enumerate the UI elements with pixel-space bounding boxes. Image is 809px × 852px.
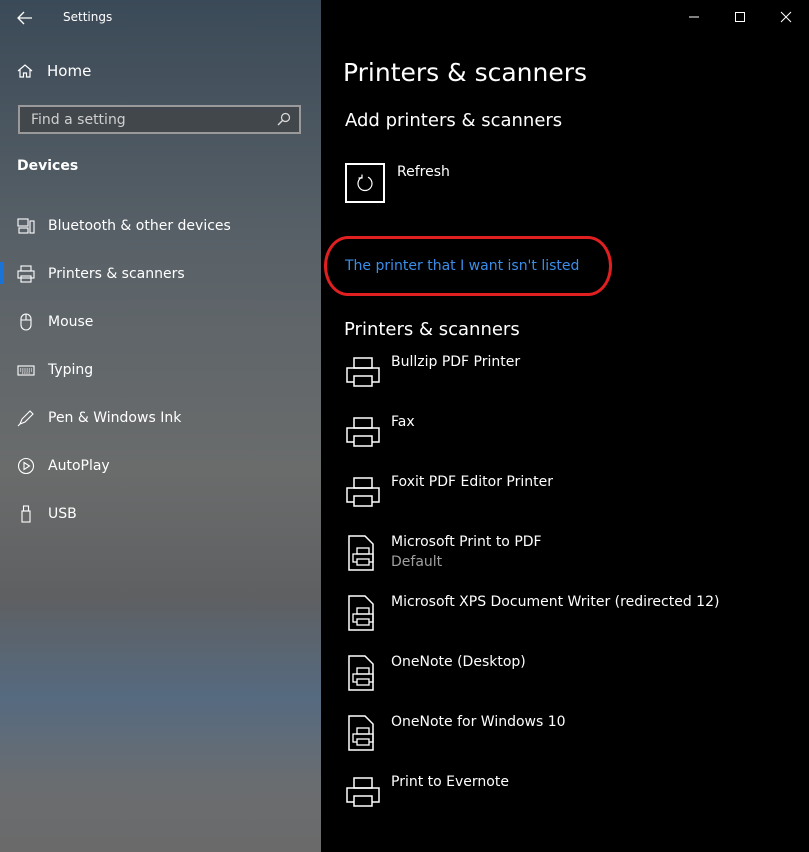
printer-name: Bullzip PDF Printer	[391, 354, 521, 370]
sidebar-item-printers[interactable]: Printers & scanners	[0, 250, 321, 298]
mouse-icon	[20, 313, 32, 331]
close-button[interactable]	[763, 0, 809, 34]
refresh-button[interactable]: Refresh	[345, 163, 450, 203]
usb-icon	[21, 505, 31, 523]
home-nav-item[interactable]: Home	[17, 62, 91, 80]
autoplay-icon	[17, 457, 35, 475]
keyboard-icon	[17, 365, 35, 376]
sidebar-item-label: USB	[48, 506, 77, 522]
sidebar-item-pen[interactable]: Pen & Windows Ink	[0, 394, 321, 442]
window-title: Settings	[63, 10, 113, 24]
printer-icon	[17, 265, 35, 283]
printers-list-heading: Printers & scanners	[344, 319, 520, 340]
minimize-button[interactable]	[671, 0, 717, 34]
section-heading: Devices	[17, 158, 79, 174]
document-printer-icon	[348, 715, 374, 751]
document-printer-icon	[348, 595, 374, 631]
refresh-label: Refresh	[397, 164, 450, 180]
search-icon[interactable]	[277, 112, 291, 126]
search-box[interactable]	[18, 105, 301, 134]
home-icon	[17, 64, 33, 78]
search-input[interactable]	[29, 111, 273, 129]
printer-name: Print to Evernote	[391, 774, 509, 790]
navigation-pane: Settings Home Devices Bluetooth & other …	[0, 0, 321, 852]
home-label: Home	[47, 62, 92, 80]
printer-icon	[346, 417, 380, 447]
back-button[interactable]	[14, 8, 36, 28]
minimize-icon	[689, 16, 699, 18]
sidebar-item-mouse[interactable]: Mouse	[0, 298, 321, 346]
refresh-icon	[357, 174, 373, 192]
sidebar-item-autoplay[interactable]: AutoPlay	[0, 442, 321, 490]
sidebar-item-usb[interactable]: USB	[0, 490, 321, 538]
printer-icon	[346, 777, 380, 807]
back-arrow-icon	[17, 11, 32, 25]
maximize-button[interactable]	[717, 0, 763, 34]
content-pane: Printers & scanners Add printers & scann…	[321, 0, 809, 852]
document-printer-icon	[348, 535, 374, 571]
printer-icon	[346, 477, 380, 507]
printer-status: Default	[391, 554, 443, 570]
sidebar-item-label: Pen & Windows Ink	[48, 410, 182, 426]
close-icon	[780, 11, 792, 23]
printer-name: Fax	[391, 414, 415, 430]
add-section-heading: Add printers & scanners	[345, 110, 563, 131]
printer-icon	[346, 357, 380, 387]
bluetooth-devices-icon	[17, 218, 35, 234]
sidebar-item-label: Bluetooth & other devices	[48, 218, 231, 234]
sidebar-item-typing[interactable]: Typing	[0, 346, 321, 394]
printer-name: Foxit PDF Editor Printer	[391, 474, 553, 490]
printer-not-listed-link[interactable]: The printer that I want isn't listed	[345, 258, 579, 274]
refresh-tile[interactable]	[345, 163, 385, 203]
maximize-icon	[735, 12, 745, 22]
printer-name: Microsoft Print to PDF	[391, 534, 542, 550]
page-title: Printers & scanners	[343, 58, 588, 87]
title-bar-left: Settings	[0, 0, 321, 34]
window-controls	[671, 0, 809, 34]
pen-icon	[17, 410, 34, 427]
document-printer-icon	[348, 655, 374, 691]
printer-name: OneNote for Windows 10	[391, 714, 566, 730]
sidebar-item-bluetooth[interactable]: Bluetooth & other devices	[0, 202, 321, 250]
sidebar-item-label: Printers & scanners	[48, 266, 185, 282]
sidebar-item-label: AutoPlay	[48, 458, 110, 474]
devices-nav-list: Bluetooth & other devices Printers & sca…	[0, 202, 321, 538]
printer-name: Microsoft XPS Document Writer (redirecte…	[391, 594, 720, 610]
sidebar-item-label: Mouse	[48, 314, 94, 330]
printer-name: OneNote (Desktop)	[391, 654, 526, 670]
sidebar-item-label: Typing	[48, 362, 94, 378]
